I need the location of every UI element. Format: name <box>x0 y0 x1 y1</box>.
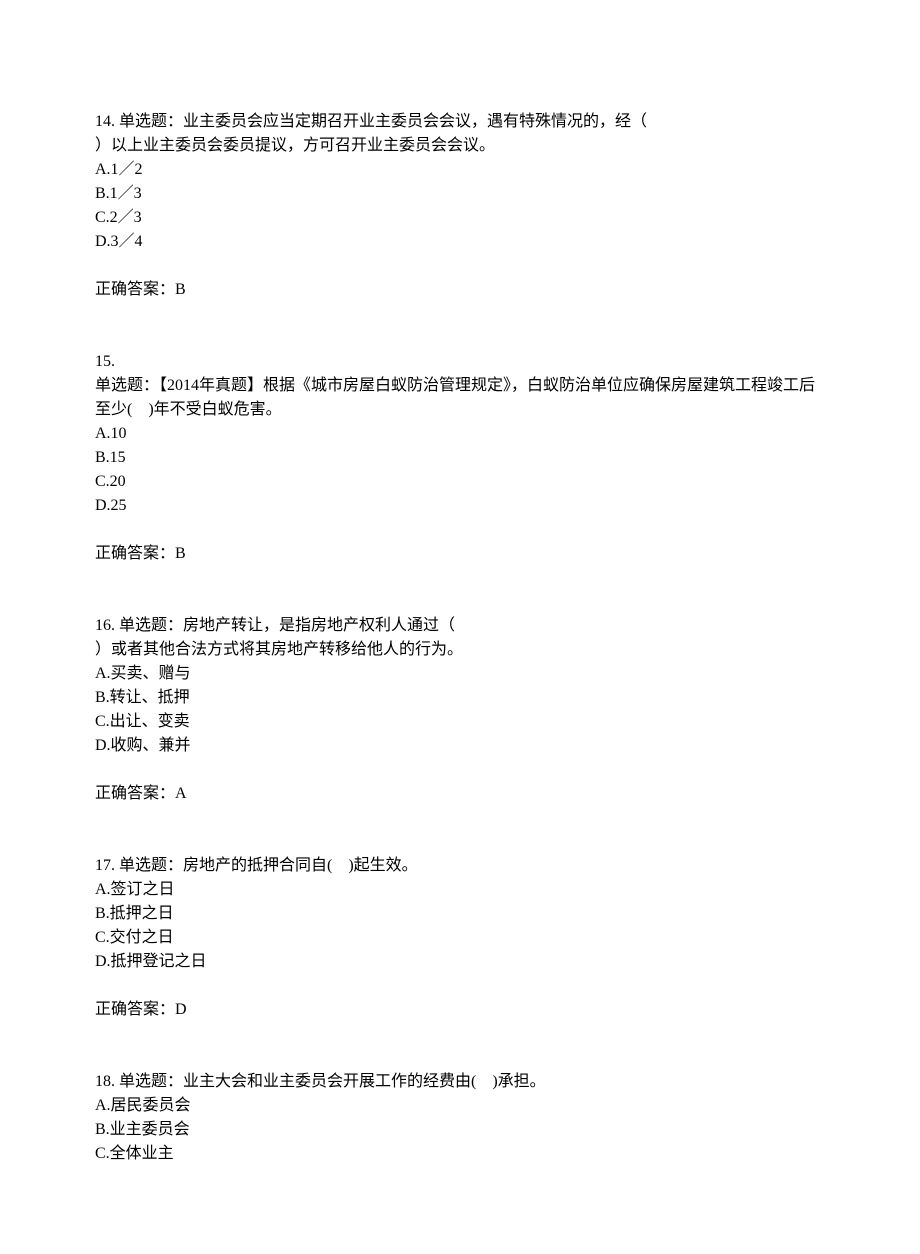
question-number: 18. <box>95 1073 115 1090</box>
question-number: 16. <box>95 617 115 634</box>
question-stem: 单选题：房地产的抵押合同自( )起生效。 <box>115 857 418 874</box>
option-b: B.1／3 <box>95 182 825 206</box>
option-a: A.买卖、赠与 <box>95 662 825 686</box>
question-stem-line1: 单选题：业主委员会应当定期召开业主委员会会议，遇有特殊情况的，经（ <box>115 113 647 130</box>
correct-answer: 正确答案：B <box>95 542 825 566</box>
option-c: C.2／3 <box>95 206 825 230</box>
option-b: B.抵押之日 <box>95 902 825 926</box>
question-text: 16. 单选题：房地产转让，是指房地产权利人通过（ <box>95 614 825 638</box>
option-d: D.抵押登记之日 <box>95 950 825 974</box>
question-stem-line1: 单选题：房地产转让，是指房地产权利人通过（ <box>115 617 455 634</box>
question-stem: 单选题：业主大会和业主委员会开展工作的经费由( )承担。 <box>115 1073 546 1090</box>
question-number: 17. <box>95 857 115 874</box>
option-c: C.全体业主 <box>95 1142 825 1166</box>
question-text: 18. 单选题：业主大会和业主委员会开展工作的经费由( )承担。 <box>95 1070 825 1094</box>
question-14: 14. 单选题：业主委员会应当定期召开业主委员会会议，遇有特殊情况的，经（ ）以… <box>95 110 825 302</box>
option-b: B.业主委员会 <box>95 1118 825 1142</box>
option-a: A.10 <box>95 422 825 446</box>
option-a: A.签订之日 <box>95 878 825 902</box>
option-d: D.收购、兼并 <box>95 734 825 758</box>
question-17: 17. 单选题：房地产的抵押合同自( )起生效。 A.签订之日 B.抵押之日 C… <box>95 854 825 1022</box>
question-16: 16. 单选题：房地产转让，是指房地产权利人通过（ ）或者其他合法方式将其房地产… <box>95 614 825 806</box>
correct-answer: 正确答案：D <box>95 998 825 1022</box>
option-a: A.1／2 <box>95 158 825 182</box>
question-number: 15. <box>95 350 825 374</box>
question-15: 15. 单选题：【2014年真题】根据《城市房屋白蚁防治管理规定》，白蚁防治单位… <box>95 350 825 566</box>
option-a: A.居民委员会 <box>95 1094 825 1118</box>
question-text: 17. 单选题：房地产的抵押合同自( )起生效。 <box>95 854 825 878</box>
option-d: D.25 <box>95 494 825 518</box>
question-stem-line2: ）以上业主委员会委员提议，方可召开业主委员会会议。 <box>95 134 825 158</box>
question-stem-line2: ）或者其他合法方式将其房地产转移给他人的行为。 <box>95 638 825 662</box>
correct-answer: 正确答案：A <box>95 782 825 806</box>
question-text: 14. 单选题：业主委员会应当定期召开业主委员会会议，遇有特殊情况的，经（ <box>95 110 825 134</box>
option-b: B.转让、抵押 <box>95 686 825 710</box>
correct-answer: 正确答案：B <box>95 278 825 302</box>
option-c: C.20 <box>95 470 825 494</box>
question-18: 18. 单选题：业主大会和业主委员会开展工作的经费由( )承担。 A.居民委员会… <box>95 1070 825 1166</box>
option-c: C.交付之日 <box>95 926 825 950</box>
option-b: B.15 <box>95 446 825 470</box>
question-number: 14. <box>95 113 115 130</box>
option-c: C.出让、变卖 <box>95 710 825 734</box>
option-d: D.3／4 <box>95 230 825 254</box>
question-stem: 单选题：【2014年真题】根据《城市房屋白蚁防治管理规定》，白蚁防治单位应确保房… <box>95 374 825 422</box>
